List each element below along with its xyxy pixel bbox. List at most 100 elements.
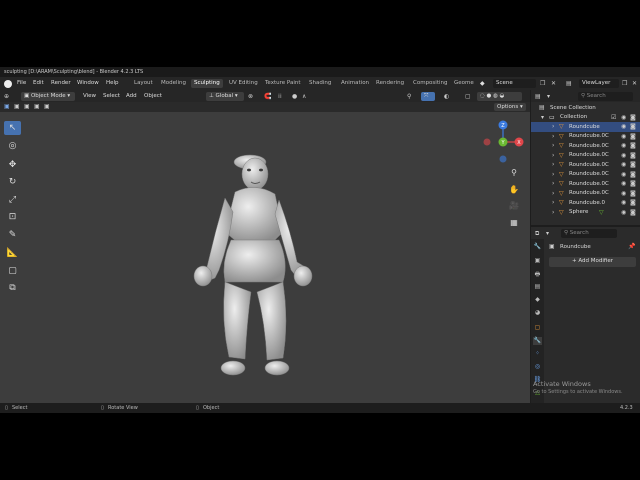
chevron-down-icon[interactable]: ▾ xyxy=(546,230,549,237)
outliner-search-input[interactable]: ⚲ Search xyxy=(578,92,633,101)
shading-modes[interactable]: ◌ ● ◍ ◒ xyxy=(477,92,522,101)
select-tool[interactable]: ↖ xyxy=(4,121,21,135)
xray-icon[interactable]: ▢ xyxy=(465,93,471,100)
select-invert-icon[interactable]: ▣ xyxy=(34,103,40,110)
cursor-tool[interactable]: ◎ xyxy=(4,139,21,153)
collection-row[interactable]: ▾ ▭ Collection ☑ ◉ ◙ xyxy=(531,113,640,123)
camera-icon[interactable]: ◙ xyxy=(630,114,636,121)
annotate-tool[interactable]: ✎ xyxy=(4,228,21,242)
tab-rendering[interactable]: Rendering xyxy=(373,79,407,88)
outliner-item[interactable]: › ▽ Roundcube.0C ◉ ◙ xyxy=(531,189,640,199)
menu-help[interactable]: Help xyxy=(106,80,119,86)
menu-window[interactable]: Window xyxy=(77,80,99,86)
add-modifier-button[interactable]: + Add Modifier xyxy=(549,257,636,267)
blender-logo-icon[interactable] xyxy=(4,80,12,88)
transform-tool[interactable]: ⊡ xyxy=(4,210,21,224)
chevron-right-icon[interactable]: › xyxy=(552,199,554,206)
tab-shading[interactable]: Shading xyxy=(306,79,334,88)
chevron-right-icon[interactable]: › xyxy=(552,142,554,149)
chevron-right-icon[interactable]: › xyxy=(552,152,554,159)
camera-icon[interactable]: 🎥 xyxy=(507,201,521,213)
eye-icon[interactable]: ◉ xyxy=(621,142,626,149)
select-intersect-icon[interactable]: ▣ xyxy=(44,103,50,110)
measure-tool[interactable]: 📐 xyxy=(4,246,21,260)
rotate-tool[interactable]: ↻ xyxy=(4,175,21,189)
close-icon[interactable]: ✕ xyxy=(551,80,556,87)
eye-icon[interactable]: ◉ xyxy=(621,152,626,159)
eye-icon[interactable]: ◉ xyxy=(621,114,626,121)
camera-icon[interactable]: ◙ xyxy=(630,199,636,206)
falloff-icon[interactable]: ∧ xyxy=(302,93,306,100)
eye-icon[interactable]: ◉ xyxy=(621,180,626,187)
view-layer-tab-icon[interactable]: ▤ xyxy=(533,283,542,291)
grid-icon[interactable]: ▦ xyxy=(507,218,521,230)
physics-tab-icon[interactable]: ◎ xyxy=(533,363,542,371)
overlay-icon[interactable]: ◐ xyxy=(444,93,449,100)
chevron-right-icon[interactable]: › xyxy=(552,209,554,216)
scene-tab-icon[interactable]: ◆ xyxy=(533,296,542,304)
properties-search-input[interactable]: ⚲ Search xyxy=(561,229,617,238)
world-tab-icon[interactable]: ◕ xyxy=(533,309,542,317)
snap-options-icon[interactable]: ⁞⁞ xyxy=(278,93,282,100)
chevron-right-icon[interactable]: › xyxy=(552,161,554,168)
pan-hand-icon[interactable]: ✋ xyxy=(507,185,521,197)
checkbox-icon[interactable]: ☑ xyxy=(611,114,616,121)
tab-animation[interactable]: Animation xyxy=(338,79,372,88)
pivot-icon[interactable]: ⊗ xyxy=(248,93,253,100)
eye-icon[interactable]: ◉ xyxy=(621,171,626,178)
close-icon[interactable]: ✕ xyxy=(632,80,637,87)
orientation-selector[interactable]: ⊥ Global ▾ xyxy=(206,92,244,101)
object-tab-icon[interactable]: ▢ xyxy=(533,324,542,332)
tab-modeling[interactable]: Modeling xyxy=(158,79,189,88)
camera-icon[interactable]: ◙ xyxy=(630,152,636,159)
outliner-item[interactable]: › ▽ Roundcube.0C ◉ ◙ xyxy=(531,170,640,180)
tab-sculpting[interactable]: Sculpting xyxy=(191,79,223,88)
navigation-gizmo[interactable]: Z Y X xyxy=(477,117,527,165)
menu-add[interactable]: Add xyxy=(123,92,140,101)
modifier-tab-icon[interactable]: 🔧 xyxy=(533,337,542,345)
output-tab-icon[interactable]: 🖶 xyxy=(533,270,542,278)
chevron-right-icon[interactable]: › xyxy=(552,123,554,130)
eye-icon[interactable]: ◉ xyxy=(621,123,626,130)
chevron-right-icon[interactable]: › xyxy=(552,190,554,197)
tab-compositing[interactable]: Compositing xyxy=(410,79,450,88)
editor-type-icon[interactable]: ⊕ xyxy=(4,93,9,100)
proportional-edit-icon[interactable]: ● xyxy=(292,93,297,100)
neg-x-axis-handle[interactable] xyxy=(483,138,491,146)
eye-icon[interactable]: ◉ xyxy=(621,199,626,206)
outliner-item[interactable]: › ▽ Roundcube.0C ◉ ◙ xyxy=(531,151,640,161)
copy-icon[interactable]: ❐ xyxy=(540,80,545,87)
tool-tab-icon[interactable]: 🔧 xyxy=(533,243,542,251)
outliner-item[interactable]: › ▽ Roundcube ◉ ◙ xyxy=(531,122,640,132)
eye-icon[interactable]: ◉ xyxy=(621,190,626,197)
outliner-item[interactable]: › ▽ Roundcube.0C ◉ ◙ xyxy=(531,179,640,189)
zoom-icon[interactable]: ⚲ xyxy=(507,168,521,180)
camera-icon[interactable]: ◙ xyxy=(630,142,636,149)
mode-selector[interactable]: ▣ Object Mode ▾ xyxy=(21,92,75,101)
scene-collection-row[interactable]: ▤ Scene Collection xyxy=(531,103,640,113)
select-box-icon[interactable]: ▣ xyxy=(4,103,10,110)
camera-icon[interactable]: ◙ xyxy=(630,209,636,216)
scene-selector[interactable]: Scene xyxy=(493,79,536,88)
camera-icon[interactable]: ◙ xyxy=(630,190,636,197)
menu-render[interactable]: Render xyxy=(51,80,71,86)
camera-icon[interactable]: ◙ xyxy=(630,123,636,130)
view-layer-selector[interactable]: ViewLayer xyxy=(579,79,619,88)
gizmo-toggle[interactable]: ⤧ xyxy=(421,92,435,101)
tab-texture-paint[interactable]: Texture Paint xyxy=(262,79,304,88)
menu-select[interactable]: Select xyxy=(100,92,123,101)
menu-object[interactable]: Object xyxy=(141,92,165,101)
outliner-item[interactable]: › ▽ Roundcube.0C ◉ ◙ xyxy=(531,141,640,151)
menu-file[interactable]: File xyxy=(17,80,26,86)
tab-uv-editing[interactable]: UV Editing xyxy=(226,79,261,88)
chevron-right-icon[interactable]: › xyxy=(552,133,554,140)
add-cube-tool[interactable]: ▢ xyxy=(4,264,21,278)
eye-icon[interactable]: ◉ xyxy=(621,133,626,140)
select-extend-icon[interactable]: ▣ xyxy=(14,103,20,110)
chevron-right-icon[interactable]: › xyxy=(552,180,554,187)
add-object-tool[interactable]: ⧉ xyxy=(4,281,21,295)
filter-display-icon[interactable]: ▾ xyxy=(547,93,550,100)
outliner-item[interactable]: › ▽ Roundcube.0C ◉ ◙ xyxy=(531,160,640,170)
chevron-right-icon[interactable]: › xyxy=(552,171,554,178)
properties-editor-icon[interactable]: ⧉ xyxy=(535,230,539,238)
